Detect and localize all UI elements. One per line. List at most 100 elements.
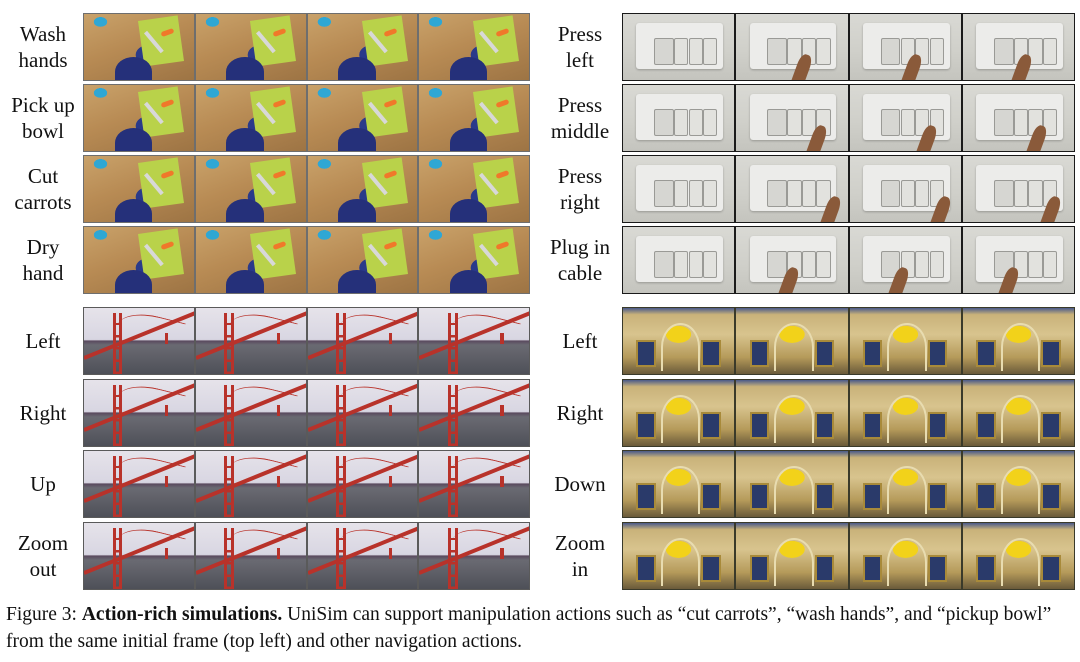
scene-element [165,476,169,487]
scene-element [473,15,519,67]
scene-element [1000,537,1041,586]
outlet-row-press-left [622,13,1075,81]
outlet-row-press-middle [622,84,1075,152]
video-frame-thumbnail [83,522,195,590]
video-frame-thumbnail [622,450,736,518]
row-label: Wash hands [18,22,68,72]
scene-element [816,250,831,278]
scene-element [249,15,296,67]
scene-element [787,179,802,207]
video-frame-thumbnail [306,450,419,518]
video-frame-thumbnail [961,155,1075,223]
video-frame-thumbnail [622,307,736,375]
scene-element [388,405,392,416]
scene-element [473,86,519,138]
video-frame-thumbnail [735,226,849,294]
video-frame-thumbnail [83,13,195,81]
scene-element [880,179,901,207]
video-frame-thumbnail [848,13,962,81]
scene-element [774,537,814,586]
scene-element [900,108,915,136]
scene-element [636,554,656,583]
scene-element [701,411,721,440]
video-frame-thumbnail [622,13,736,81]
scene-element [887,322,927,371]
scene-element [654,250,674,278]
scene-element [703,179,718,207]
scene-element [473,228,519,280]
video-frame-thumbnail [961,522,1075,590]
video-frame-thumbnail [306,84,419,152]
scene-element [660,465,701,514]
scene-element [276,405,281,416]
scene-element [276,333,281,344]
scene-element [900,179,915,207]
scene-element [749,482,770,511]
video-frame-thumbnail [735,13,849,81]
bridge-row-left [83,307,530,375]
scene-element [976,411,996,440]
video-frame-thumbnail [622,155,736,223]
scene-element [816,37,831,65]
scene-element [880,108,901,136]
video-frame-thumbnail [418,379,530,447]
scene-element [993,108,1014,136]
scene-element [114,198,153,222]
scene-element [749,339,770,368]
video-frame-thumbnail [194,450,307,518]
scene-element [887,465,927,514]
video-frame-thumbnail [848,307,962,375]
scene-element [500,405,504,416]
scene-element [674,37,689,65]
scene-element [814,554,835,583]
row-label: Left [25,329,61,353]
video-frame-thumbnail [735,522,849,590]
video-frame-thumbnail [194,13,307,81]
scene-element [749,411,770,440]
scene-element [993,179,1014,207]
video-frame-thumbnail [194,307,307,375]
scene-element [862,482,883,511]
scene-element [114,127,153,151]
row-label: Press left [557,22,603,72]
video-frame-thumbnail [83,155,195,223]
video-frame-thumbnail [194,379,307,447]
video-frame-thumbnail [194,84,307,152]
video-frame-thumbnail [848,450,962,518]
scene-element [929,37,944,65]
scene-element [688,37,703,65]
row-label: Press middle [550,93,610,143]
scene-element [660,394,701,443]
scene-element [993,37,1014,65]
video-frame-thumbnail [735,155,849,223]
video-frame-thumbnail [961,13,1075,81]
video-frame-thumbnail [848,226,962,294]
scene-element [338,127,376,151]
scene-element [814,411,835,440]
scene-element [701,482,721,511]
scene-element [449,56,488,80]
scene-element [774,322,814,371]
video-frame-thumbnail [306,155,419,223]
scene-element [887,537,927,586]
video-frame-thumbnail [735,84,849,152]
row-label: Down [554,472,606,496]
row-label: Pick up bowl [11,93,75,143]
chapel-block [622,307,1075,590]
row-label: Right [556,401,604,425]
row-label: Left [562,329,598,353]
scene-element [774,465,814,514]
row-label: Up [30,472,56,496]
scene-element [862,411,883,440]
scene-element [927,554,948,583]
video-frame-thumbnail [418,13,530,81]
scene-element [1000,465,1041,514]
scene-element [388,476,392,487]
scene-element [703,250,718,278]
scene-element [388,333,392,344]
scene-element [226,198,264,222]
scene-element [165,405,169,416]
scene-element [1041,554,1061,583]
scene-element [226,127,264,151]
video-frame-thumbnail [306,522,419,590]
